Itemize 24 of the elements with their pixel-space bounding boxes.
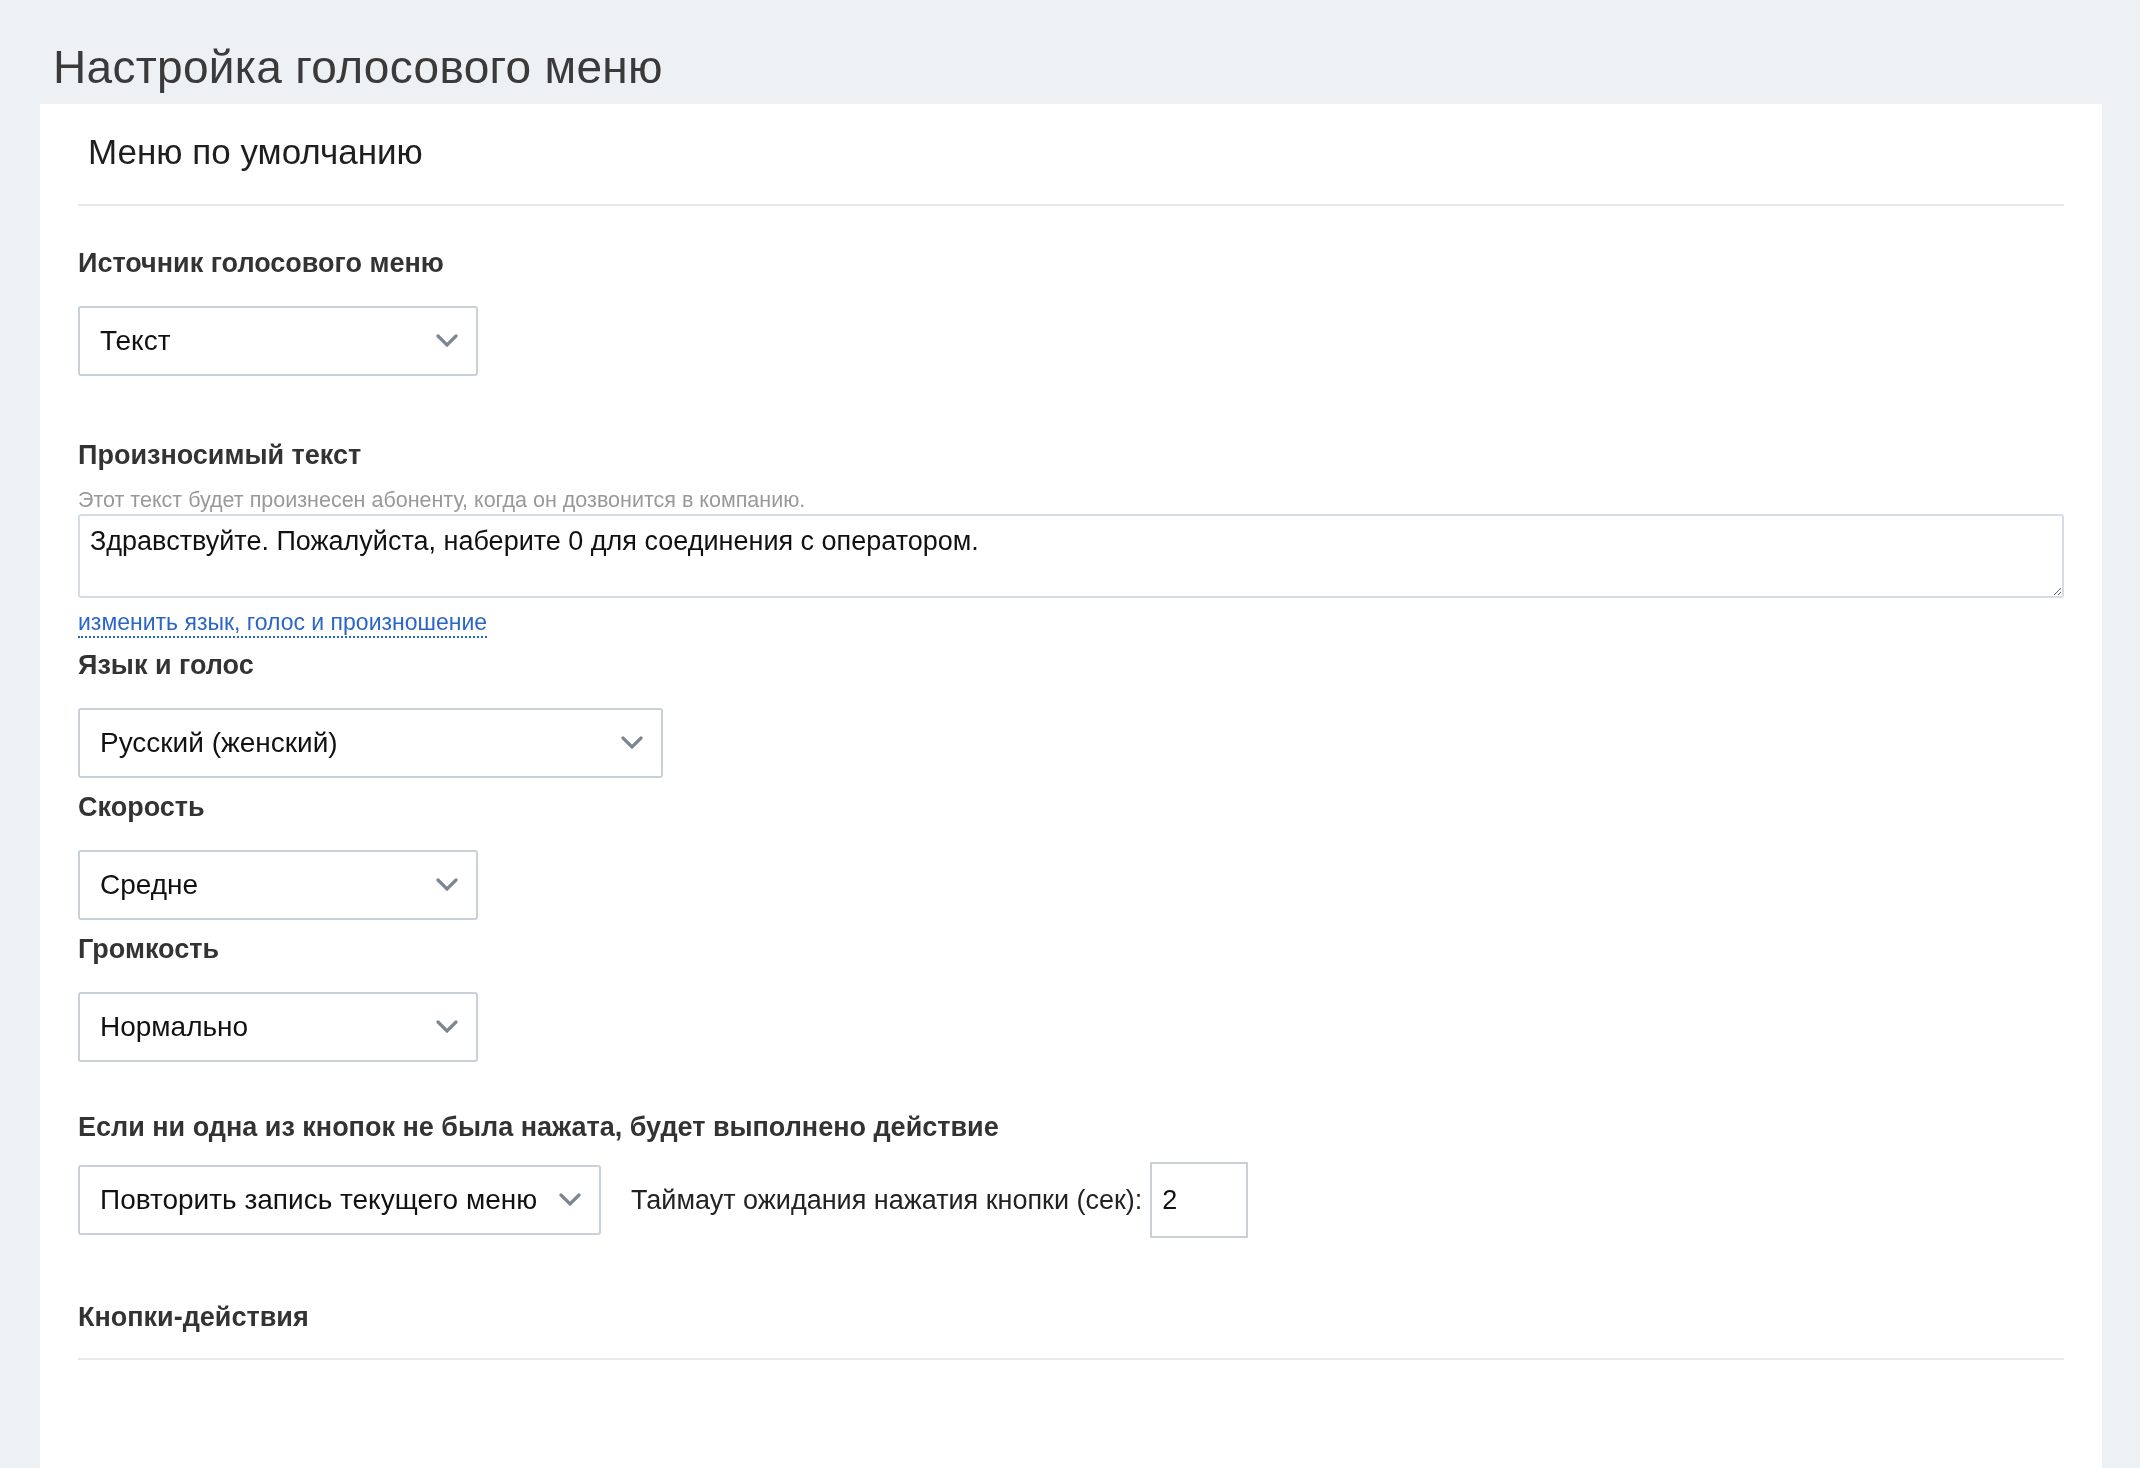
chevron-down-icon xyxy=(436,334,458,348)
text-area[interactable]: Здравствуйте. Пожалуйста, наберите 0 для соединения с оператором. xyxy=(78,514,2064,598)
dropdown[interactable]: Нормально xyxy=(78,992,478,1062)
hint-text: Этот текст будет произнесен абоненту, когда он дозвонится в компанию. xyxy=(78,487,807,514)
timeout-input[interactable]: 2 xyxy=(1150,1162,1249,1238)
page-title: Настройка голосового меню xyxy=(52,40,664,95)
chevron-down-icon xyxy=(436,878,458,892)
field-label: Источник голосового меню xyxy=(78,247,445,280)
card-title: Меню по умолчанию xyxy=(87,131,424,173)
field-label: Произносимый текст xyxy=(78,439,363,472)
chevron-down-icon xyxy=(621,736,643,750)
timeout-label: Таймаут ожидания нажатия кнопки (сек): xyxy=(631,1184,1143,1216)
dropdown[interactable]: Повторить запись текущего меню xyxy=(78,1165,601,1235)
dropdown[interactable]: Русский (женский) xyxy=(78,708,663,778)
chevron-down-icon xyxy=(436,1020,458,1034)
change-voice-link[interactable]: изменить язык, голос и произношение xyxy=(78,608,488,638)
field-label: Громкость xyxy=(78,933,220,966)
section-heading: Кнопки-действия xyxy=(78,1301,310,1334)
dropdown[interactable]: Средне xyxy=(78,850,478,920)
field-label: Если ни одна из кнопок не была нажата, будет выполнено действие xyxy=(78,1111,1000,1144)
dropdown[interactable]: Текст xyxy=(78,306,478,376)
chevron-down-icon xyxy=(559,1193,581,1207)
field-label: Скорость xyxy=(78,791,206,824)
field-label: Язык и голос xyxy=(78,649,255,682)
